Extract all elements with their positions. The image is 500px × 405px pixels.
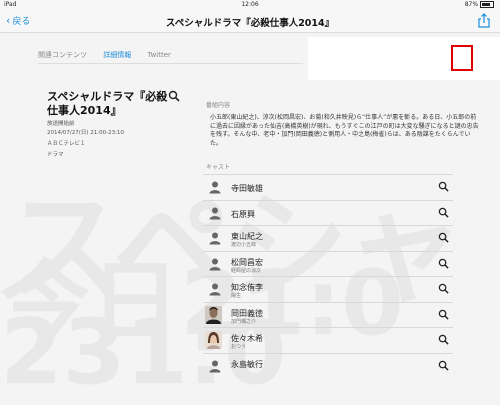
person-icon: [209, 360, 221, 372]
cast-name: 寺田敏雄: [231, 184, 263, 193]
cast-role: 経師屋の涼次: [231, 267, 262, 274]
cast-photo: [205, 331, 222, 349]
cast-section-label: キャスト: [206, 164, 231, 171]
search-icon[interactable]: [438, 283, 449, 294]
cast-role: 加門構之介: [231, 318, 257, 325]
cast-list: 寺田敏雄 石原興 東山紀之 渡辺小五郎 松岡昌宏 経師屋の涼次 知念侑李 陽生 …: [203, 174, 453, 378]
person-icon: [209, 283, 221, 296]
cast-row[interactable]: 佐々木希 おつう: [203, 327, 453, 353]
search-icon[interactable]: [438, 258, 449, 269]
share-icon[interactable]: [477, 13, 491, 28]
search-icon[interactable]: [438, 181, 449, 192]
battery-icon: [480, 1, 494, 8]
navigation-bar: ‹ 戻る スペシャルドラマ『必殺仕事人2014』: [0, 10, 500, 33]
tab-details[interactable]: 詳細情報: [103, 50, 131, 60]
cast-row[interactable]: 知念侑李 陽生: [203, 276, 453, 302]
content-section-label: 番組内容: [206, 102, 231, 109]
cast-role: 渡辺小五郎: [231, 242, 257, 248]
person-icon: [209, 258, 221, 270]
person-icon: [209, 232, 221, 245]
search-icon[interactable]: [438, 334, 449, 345]
cast-photo: [205, 305, 222, 324]
cast-name: 永島敏行: [231, 359, 263, 369]
cast-role: 陽生: [231, 293, 242, 299]
tab-bar: 関連コンテンツ 詳細情報 Twitter: [38, 50, 185, 60]
cast-row[interactable]: 東山紀之 渡辺小五郎: [203, 225, 453, 251]
cast-role: おつう: [231, 344, 247, 350]
air-datetime: 2014/07/27(日) 21:00-23:10: [47, 130, 124, 136]
tab-related-content[interactable]: 関連コンテンツ: [38, 50, 87, 60]
search-icon[interactable]: [438, 207, 449, 218]
cast-name: 石原興: [231, 209, 255, 219]
cast-row[interactable]: 寺田敏雄: [203, 174, 453, 200]
cast-row[interactable]: 岡田義徳 加門構之介: [203, 301, 453, 328]
air-status: 放送開始前: [47, 121, 75, 127]
person-icon: [209, 207, 221, 219]
cast-row[interactable]: 石原興: [203, 199, 453, 226]
search-icon[interactable]: [438, 360, 449, 371]
status-bar: iPad 12:06 87%: [0, 0, 500, 10]
battery-status: 87%: [465, 0, 494, 10]
genre: ドラマ: [47, 152, 64, 158]
program-title: スペシャルドラマ『必殺仕事人2014』: [47, 90, 168, 117]
search-icon[interactable]: [438, 309, 449, 320]
channel-name: ＡＢＣテレビ１: [47, 141, 86, 147]
person-icon: [209, 181, 221, 194]
cast-row[interactable]: 松岡昌宏 経師屋の涼次: [203, 250, 453, 277]
cast-row[interactable]: 永島敏行: [203, 352, 453, 379]
tab-divider: [38, 63, 303, 64]
status-time: 12:06: [241, 1, 259, 8]
search-icon[interactable]: [438, 232, 449, 243]
page-title: スペシャルドラマ『必殺仕事人2014』: [165, 18, 335, 29]
search-icon[interactable]: [168, 90, 180, 102]
highlight-annotation: [451, 45, 473, 71]
battery-percent: 87%: [464, 1, 479, 8]
program-description: 小五郎(東山紀之)、涼次(松岡昌宏)、お菊(和久井映見)ら“仕事人”が悪を斬る。…: [210, 114, 479, 147]
tab-twitter[interactable]: Twitter: [147, 51, 170, 59]
